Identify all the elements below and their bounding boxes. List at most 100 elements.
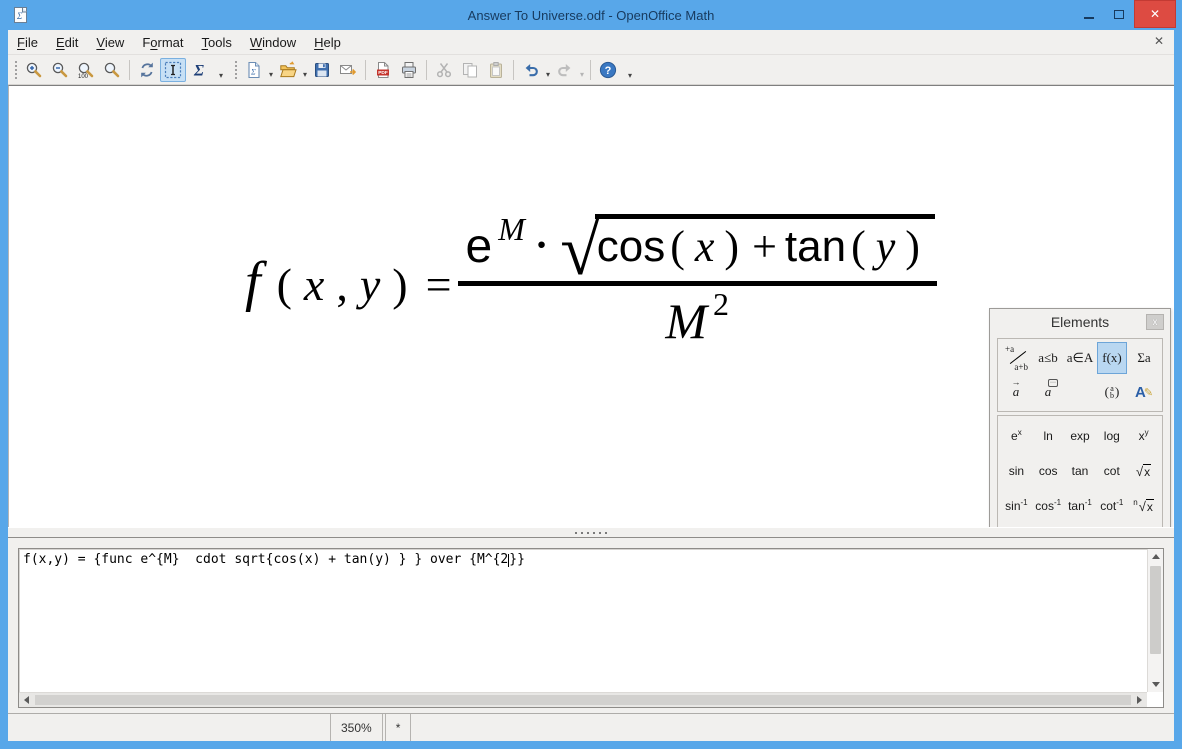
symbols-catalog-button[interactable]: Σ — [186, 58, 212, 82]
close-paren: ) — [905, 223, 920, 271]
function-ln[interactable]: ln — [1033, 419, 1064, 453]
command-text[interactable]: f(x,y) = {func e^{M} cdot sqrt{cos(x) + … — [21, 551, 1145, 690]
functions-grid: exlnexplogxy sincostancot√x sin-1cos-1tan-… — [1001, 419, 1159, 527]
function-arccot[interactable]: cot-1 — [1096, 489, 1127, 523]
close-button[interactable]: ✕ — [1134, 0, 1176, 28]
email-button[interactable] — [335, 58, 361, 82]
function-cosh[interactable]: cosh — [1033, 524, 1064, 527]
function-cot[interactable]: cot — [1096, 454, 1127, 488]
formula-canvas[interactable]: f ( x , y ) = e M · √ — [8, 85, 1174, 527]
new-document-button[interactable]: Σ▾ — [241, 58, 267, 82]
menu-edit[interactable]: Edit — [47, 32, 87, 53]
function-exp[interactable]: exp — [1065, 419, 1096, 453]
copy-button[interactable] — [457, 58, 483, 82]
formula-f: f — [245, 250, 261, 314]
print-button[interactable] — [396, 58, 422, 82]
category-operators[interactable]: Σa — [1129, 342, 1159, 374]
dropdown-arrow-icon[interactable]: ▾ — [303, 70, 307, 79]
toolbar: 100Σ▾Σ▾▾PDF▾▾?▾ — [8, 55, 1174, 85]
zoom-button[interactable] — [99, 58, 125, 82]
elements-panel-header[interactable]: Elements x — [990, 309, 1170, 335]
command-editor[interactable]: f(x,y) = {func e^{M} cdot sqrt{cos(x) + … — [18, 548, 1164, 708]
redo-icon — [556, 61, 574, 79]
scroll-right-icon[interactable] — [1132, 693, 1147, 707]
open-button[interactable]: ▾ — [275, 58, 301, 82]
horizontal-scrollbar-thumb[interactable] — [35, 695, 1131, 705]
vertical-scrollbar[interactable] — [1147, 549, 1163, 692]
symbols-catalog-icon: Σ — [190, 61, 208, 79]
category-unary-binary-operators[interactable]: +aa+b — [1001, 342, 1031, 374]
dropdown-arrow-icon[interactable]: ▾ — [580, 70, 584, 79]
splitter-handle[interactable] — [8, 527, 1174, 538]
function-arctan[interactable]: tan-1 — [1065, 489, 1096, 523]
arg-x: x — [695, 223, 715, 271]
document-close-icon[interactable]: ✕ — [1154, 34, 1164, 48]
help-button[interactable]: ? — [595, 58, 621, 82]
scroll-down-icon[interactable] — [1148, 677, 1163, 692]
function-e-power-x[interactable]: ex — [1001, 419, 1032, 453]
function-coth[interactable]: coth — [1096, 524, 1127, 527]
dropdown-arrow-icon[interactable]: ▾ — [546, 70, 550, 79]
zoom-in-button[interactable] — [21, 58, 47, 82]
function-tanh[interactable]: tanh — [1065, 524, 1096, 527]
toolbar-grip[interactable] — [12, 60, 19, 80]
elements-panel-close-button[interactable]: x — [1146, 314, 1164, 330]
category-set-operations[interactable]: a∈A — [1065, 342, 1095, 374]
paste-icon — [487, 61, 505, 79]
function-cos[interactable]: cos — [1033, 454, 1064, 488]
close-paren: ) — [392, 258, 407, 311]
zoom-level[interactable]: 350% — [330, 714, 383, 741]
menu-tools[interactable]: Tools — [193, 32, 241, 53]
tan-function: tan — [785, 223, 846, 271]
paste-button[interactable] — [483, 58, 509, 82]
toolbar-grip[interactable] — [232, 60, 239, 80]
menu-view[interactable]: View — [87, 32, 133, 53]
menu-file[interactable]: File — [8, 32, 47, 53]
redo-button[interactable]: ▾ — [552, 58, 578, 82]
function-arccos[interactable]: cos-1 — [1033, 489, 1064, 523]
vertical-scrollbar-thumb[interactable] — [1150, 566, 1161, 654]
function-absolute-value[interactable]: |x| — [1128, 524, 1159, 527]
comma: , — [336, 258, 348, 311]
elements-panel: Elements x +aa+ba≤ba∈Af(x)Σa →aa··· (ab)A✎… — [989, 308, 1171, 527]
dropdown-arrow-icon[interactable]: ▾ — [269, 70, 273, 79]
exponent-2: 2 — [713, 286, 729, 323]
cut-button[interactable] — [431, 58, 457, 82]
category-functions[interactable]: f(x) — [1097, 342, 1127, 374]
maximize-button[interactable] — [1104, 0, 1134, 28]
refresh-button[interactable] — [134, 58, 160, 82]
minimize-button[interactable] — [1074, 0, 1104, 28]
export-pdf-button[interactable]: PDF — [370, 58, 396, 82]
undo-button[interactable]: ▾ — [518, 58, 544, 82]
cos-function: cos — [597, 223, 665, 271]
svg-text:Σ: Σ — [250, 67, 256, 76]
category-relations[interactable]: a≤b — [1033, 342, 1063, 374]
elements-panel-title: Elements — [1051, 314, 1109, 330]
toolbar-overflow-button[interactable]: ▾ — [215, 58, 227, 82]
category-brackets[interactable]: (ab) — [1097, 376, 1127, 408]
function-sin[interactable]: sin — [1001, 454, 1032, 488]
modified-indicator: * — [385, 714, 412, 741]
open-paren: ( — [851, 223, 866, 271]
menu-window[interactable]: Window — [241, 32, 305, 53]
zoom-100-button[interactable]: 100 — [73, 58, 99, 82]
scroll-left-icon[interactable] — [19, 693, 34, 707]
function-x-power-y[interactable]: xy — [1128, 419, 1159, 453]
scroll-up-icon[interactable] — [1148, 549, 1163, 564]
category-formats[interactable]: A✎ — [1129, 376, 1159, 408]
save-button[interactable] — [309, 58, 335, 82]
function-tan[interactable]: tan — [1065, 454, 1096, 488]
zoom-out-button[interactable] — [47, 58, 73, 82]
toolbar-overflow-button[interactable]: ▾ — [624, 58, 636, 82]
function-square-root[interactable]: √x — [1128, 454, 1159, 488]
menu-help[interactable]: Help — [305, 32, 350, 53]
function-log[interactable]: log — [1096, 419, 1127, 453]
function-arcsin[interactable]: sin-1 — [1001, 489, 1032, 523]
formula-cursor-button[interactable] — [160, 58, 186, 82]
function-sinh[interactable]: sinh — [1001, 524, 1032, 527]
horizontal-scrollbar[interactable] — [19, 692, 1147, 707]
category-attributes[interactable]: →a — [1001, 376, 1031, 408]
menu-format[interactable]: Format — [133, 32, 192, 53]
category-others[interactable]: a··· — [1033, 376, 1063, 408]
function-nth-root[interactable]: n√x — [1128, 489, 1159, 523]
